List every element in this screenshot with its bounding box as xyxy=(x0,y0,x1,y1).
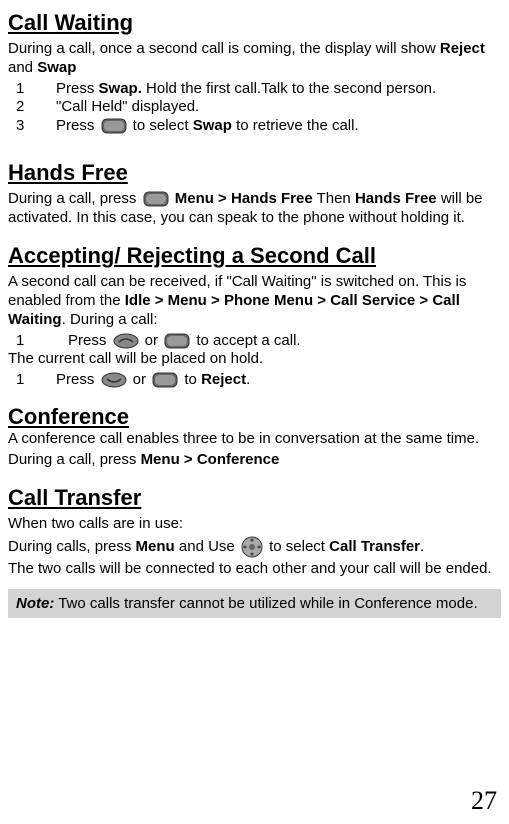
heading-conference: Conference xyxy=(8,404,501,430)
conference-desc: A conference call enables three to be in… xyxy=(8,430,501,449)
text: During a call, press xyxy=(8,451,141,468)
step-row: 1 Press Swap. Hold the first call.Talk t… xyxy=(8,80,501,99)
heading-accepting: Accepting/ Rejecting a Second Call xyxy=(8,243,501,269)
call-waiting-intro: During a call, once a second call is com… xyxy=(8,40,501,78)
softkey-button-icon xyxy=(152,372,178,388)
text: to accept a call. xyxy=(192,332,300,349)
text: . During a call: xyxy=(62,311,158,328)
step-row: 1 Press or to accept a call. xyxy=(8,332,501,351)
transfer-intro: When two calls are in use: xyxy=(8,515,501,534)
note-text: Two calls transfer cannot be utilized wh… xyxy=(54,595,477,612)
text: and xyxy=(8,59,37,76)
text: or xyxy=(141,332,163,349)
text: and Use xyxy=(175,538,239,555)
text-reject: Reject xyxy=(440,40,485,57)
step-number: 3 xyxy=(8,117,56,136)
call-button-icon xyxy=(113,333,139,349)
conference-action: During a call, press Menu > Conference xyxy=(8,451,501,470)
text: to retrieve the call. xyxy=(232,117,359,134)
text: Then xyxy=(313,190,355,207)
step-text: Press to select Swap to retrieve the cal… xyxy=(56,117,501,136)
text: or xyxy=(129,371,151,388)
end-call-button-icon xyxy=(101,372,127,388)
step-text: "Call Held" displayed. xyxy=(56,98,501,117)
hands-free-paragraph: During a call, press Menu > Hands Free T… xyxy=(8,190,501,228)
heading-call-waiting: Call Waiting xyxy=(8,10,501,36)
accepting-intro: A second call can be received, if "Call … xyxy=(8,273,501,329)
note-box: Note: Two calls transfer cannot be utili… xyxy=(8,589,501,618)
softkey-button-icon xyxy=(164,333,190,349)
text: Press xyxy=(68,332,111,349)
step-text: Press or to Reject. xyxy=(56,371,501,390)
text: During calls, press xyxy=(8,538,136,555)
softkey-button-icon xyxy=(101,118,127,134)
text-swap: Swap. xyxy=(99,80,142,97)
transfer-result: The two calls will be connected to each … xyxy=(8,560,501,579)
softkey-button-icon xyxy=(143,191,169,207)
step-number: 2 xyxy=(8,98,56,117)
step-row: 3 Press to select Swap to retrieve the c… xyxy=(8,117,501,136)
text: Press xyxy=(56,117,99,134)
note-label: Note: xyxy=(16,595,54,612)
text-menu-conf: Menu > Conference xyxy=(141,451,280,468)
text: to select xyxy=(129,117,193,134)
text-swap: Swap xyxy=(37,59,76,76)
text-menu: Menu xyxy=(136,538,175,555)
step-number: 1 xyxy=(8,80,56,99)
text: . xyxy=(420,538,424,555)
step-row: 2 "Call Held" displayed. xyxy=(8,98,501,117)
step-text: Press Swap. Hold the first call.Talk to … xyxy=(56,80,501,99)
text: Hold the first call.Talk to the second p… xyxy=(142,80,436,97)
text-reject: Reject xyxy=(201,371,246,388)
page-number: 27 xyxy=(471,786,497,816)
accepting-hold-note: The current call will be placed on hold. xyxy=(8,350,501,369)
step-number: 1 xyxy=(8,371,56,390)
text: to xyxy=(180,371,201,388)
text: Press xyxy=(56,371,99,388)
step-text: Press or to accept a call. xyxy=(68,332,501,351)
step-row: 1 Press or to Reject. xyxy=(8,371,501,390)
heading-call-transfer: Call Transfer xyxy=(8,485,501,511)
text-swap: Swap xyxy=(193,117,232,134)
step-number: 1 xyxy=(8,332,68,351)
text: to select xyxy=(265,538,329,555)
text-call-transfer: Call Transfer xyxy=(329,538,420,555)
text: Press xyxy=(56,80,99,97)
text: During a call, once a second call is com… xyxy=(8,40,440,57)
text-hands-free: Hands Free xyxy=(355,190,437,207)
nav-pad-icon xyxy=(241,536,263,558)
transfer-action: During calls, press Menu and Use to sele… xyxy=(8,536,501,558)
text: . xyxy=(246,371,250,388)
heading-hands-free: Hands Free xyxy=(8,160,501,186)
text-menu: Menu > Hands Free xyxy=(171,190,313,207)
text: During a call, press xyxy=(8,190,141,207)
